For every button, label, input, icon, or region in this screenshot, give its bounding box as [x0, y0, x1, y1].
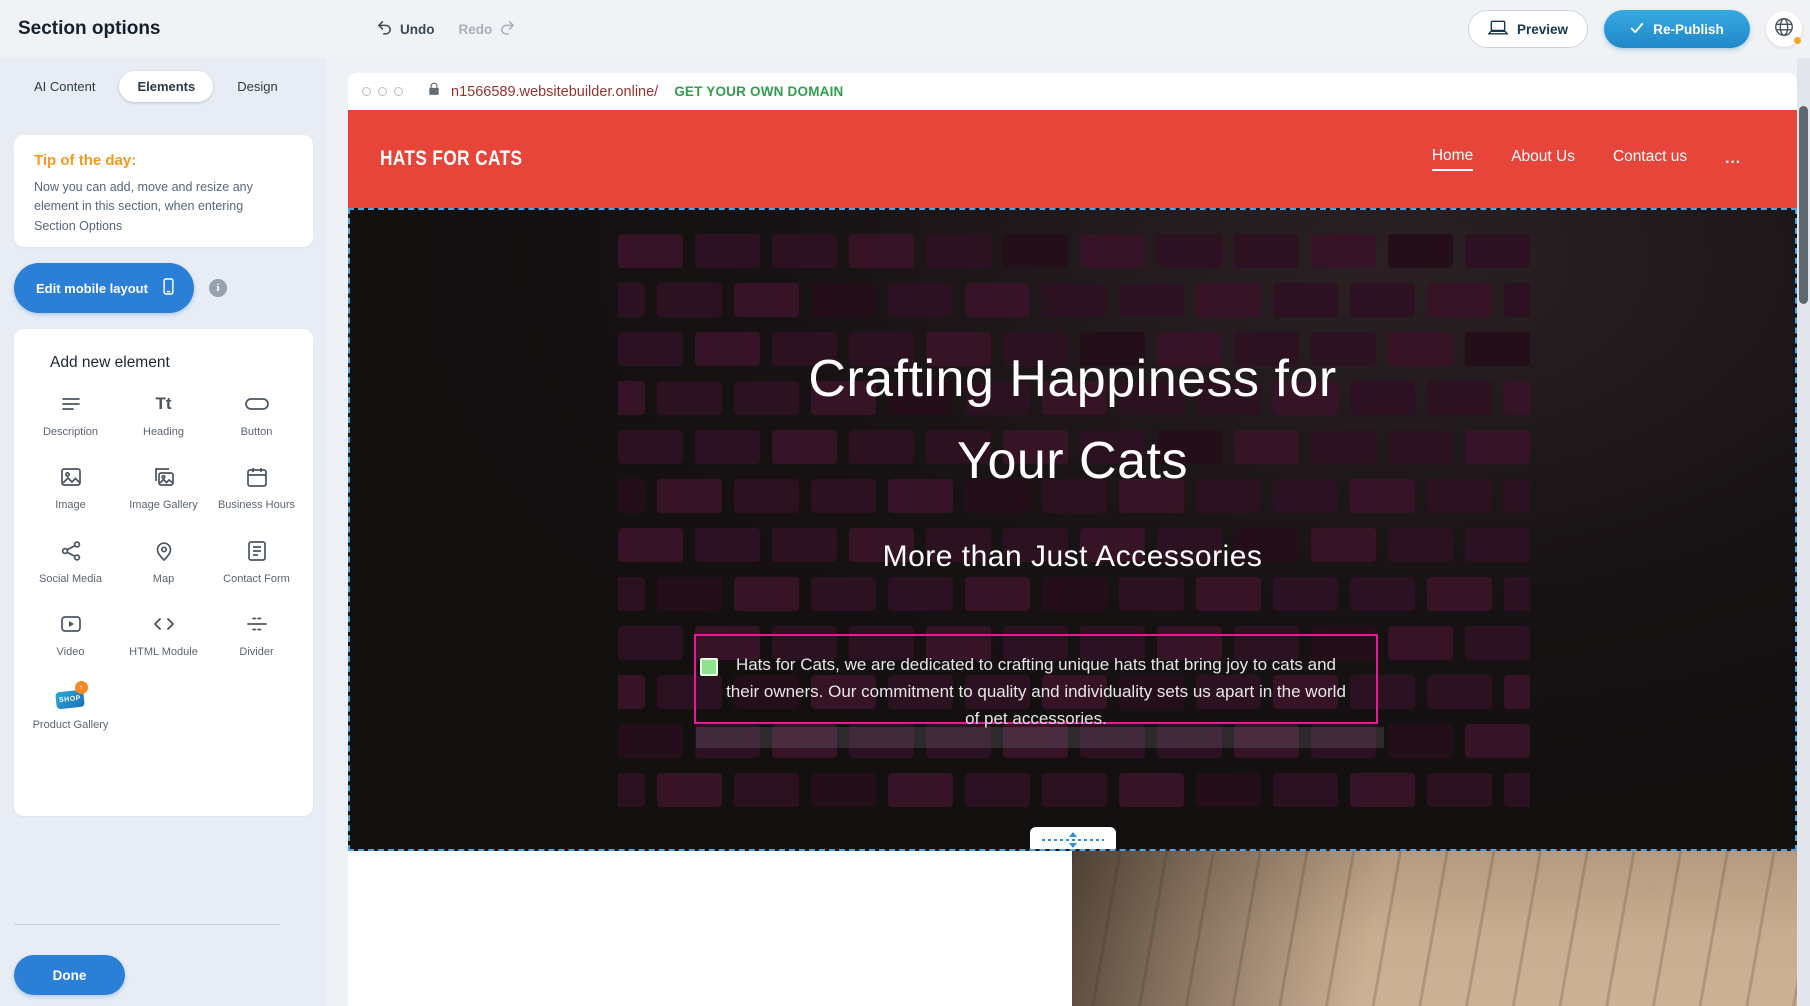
- undo-button[interactable]: Undo: [376, 19, 435, 39]
- site-logo[interactable]: HATS FOR CATS: [380, 147, 522, 171]
- element-video[interactable]: Video: [28, 610, 114, 659]
- redo-button[interactable]: Redo: [459, 19, 517, 39]
- preview-label: Preview: [1517, 22, 1568, 37]
- heading-icon: Tt: [155, 390, 171, 418]
- done-button[interactable]: Done: [14, 955, 125, 995]
- nav-about-us[interactable]: About Us: [1511, 148, 1575, 170]
- product-gallery-icon: SHOP↑: [56, 683, 86, 711]
- map-pin-icon: [152, 537, 176, 565]
- element-map[interactable]: Map: [121, 537, 207, 586]
- vertical-scrollbar[interactable]: [1797, 58, 1810, 1006]
- business-hours-icon: [245, 463, 269, 491]
- image-icon: [59, 463, 83, 491]
- nav-home[interactable]: Home: [1432, 147, 1473, 171]
- sidebar-tabs: AI Content Elements Design: [16, 71, 296, 102]
- image-gallery-icon: [152, 463, 176, 491]
- sidebar: AI Content Elements Design Tip of the da…: [0, 58, 327, 1006]
- scrollbar-thumb[interactable]: [1799, 106, 1808, 304]
- window-dot: [362, 87, 371, 96]
- description-icon: [59, 390, 83, 418]
- check-icon: [1630, 22, 1644, 37]
- tip-body: Now you can add, move and resize any ele…: [34, 178, 284, 236]
- topbar-actions: Preview Re-Publish: [1468, 0, 1802, 58]
- top-bar: Section options Undo Redo Preview Re-Pub…: [0, 0, 1810, 58]
- hero-headline-line2: Your Cats: [350, 420, 1795, 502]
- tip-card: Tip of the day: Now you can add, move an…: [14, 135, 313, 247]
- section-resize-handle[interactable]: [1030, 827, 1116, 851]
- page-title: Section options: [18, 0, 161, 58]
- element-button[interactable]: Button: [214, 390, 300, 439]
- html-module-icon: [151, 610, 177, 638]
- hero-section-selected[interactable]: Crafting Happiness for Your Cats More th…: [348, 208, 1797, 851]
- hero-subheadline[interactable]: More than Just Accessories: [350, 540, 1795, 574]
- site-nav: Home About Us Contact us ...: [1432, 147, 1741, 171]
- floor-photo: [1072, 851, 1797, 1006]
- element-social-media[interactable]: Social Media: [28, 537, 114, 586]
- window-dots: [362, 87, 403, 96]
- hero-headline[interactable]: Crafting Happiness for Your Cats: [350, 338, 1795, 502]
- divider-icon: [245, 610, 269, 638]
- tab-design[interactable]: Design: [219, 71, 295, 102]
- edit-mobile-label: Edit mobile layout: [36, 281, 148, 296]
- republish-label: Re-Publish: [1653, 22, 1724, 37]
- tab-ai-content[interactable]: AI Content: [16, 71, 113, 102]
- info-icon[interactable]: i: [209, 279, 227, 297]
- element-image-gallery[interactable]: Image Gallery: [121, 463, 207, 512]
- language-globe-button[interactable]: [1766, 11, 1802, 47]
- preview-button[interactable]: Preview: [1468, 10, 1588, 48]
- website-canvas: HATS FOR CATS Home About Us Contact us .…: [348, 110, 1797, 1006]
- nav-contact-us[interactable]: Contact us: [1613, 148, 1687, 170]
- element-business-hours[interactable]: Business Hours: [214, 463, 300, 512]
- element-divider[interactable]: Divider: [214, 610, 300, 659]
- redo-icon: [499, 19, 516, 39]
- hero-headline-line1: Crafting Happiness for: [350, 338, 1795, 420]
- element-grid: Description Tt Heading Button Image Imag…: [24, 390, 303, 732]
- element-description[interactable]: Description: [28, 390, 114, 439]
- hero-paragraph: Hats for Cats, we are dedicated to craft…: [724, 651, 1348, 733]
- selected-text-element[interactable]: Hats for Cats, we are dedicated to craft…: [694, 634, 1378, 724]
- video-icon: [59, 610, 83, 638]
- add-element-panel: Add new element Description Tt Heading B…: [14, 329, 313, 816]
- lock-icon: [427, 82, 441, 101]
- globe-icon: [1773, 16, 1795, 43]
- phone-icon: [159, 277, 178, 299]
- element-html-module[interactable]: HTML Module: [121, 610, 207, 659]
- tab-elements[interactable]: Elements: [119, 71, 213, 102]
- edit-mobile-layout-button[interactable]: Edit mobile layout: [14, 263, 194, 313]
- element-product-gallery[interactable]: SHOP↑ Product Gallery: [28, 683, 114, 732]
- add-element-title: Add new element: [50, 354, 303, 372]
- redo-label: Redo: [459, 22, 493, 37]
- undo-icon: [376, 19, 393, 39]
- element-contact-form[interactable]: Contact Form: [214, 537, 300, 586]
- button-icon: [244, 390, 270, 418]
- element-heading[interactable]: Tt Heading: [121, 390, 207, 439]
- undo-label: Undo: [400, 22, 435, 37]
- contact-form-icon: [245, 537, 269, 565]
- laptop-icon: [1488, 20, 1508, 39]
- tip-title: Tip of the day:: [34, 152, 293, 169]
- site-header: HATS FOR CATS Home About Us Contact us .…: [348, 110, 1797, 208]
- next-section[interactable]: [348, 851, 1797, 1006]
- nav-more-button[interactable]: ...: [1725, 150, 1741, 168]
- element-image[interactable]: Image: [28, 463, 114, 512]
- sidebar-divider: [14, 924, 280, 925]
- get-domain-link[interactable]: GET YOUR OWN DOMAIN: [674, 84, 843, 99]
- window-dot: [378, 87, 387, 96]
- social-media-icon: [59, 537, 83, 565]
- republish-button[interactable]: Re-Publish: [1604, 10, 1750, 48]
- window-dot: [394, 87, 403, 96]
- browser-chrome: n1566589.websitebuilder.online/ GET YOUR…: [348, 73, 1797, 110]
- site-url: n1566589.websitebuilder.online/: [451, 84, 658, 100]
- undo-redo-group: Undo Redo: [376, 0, 516, 58]
- element-drag-handle[interactable]: [700, 658, 718, 676]
